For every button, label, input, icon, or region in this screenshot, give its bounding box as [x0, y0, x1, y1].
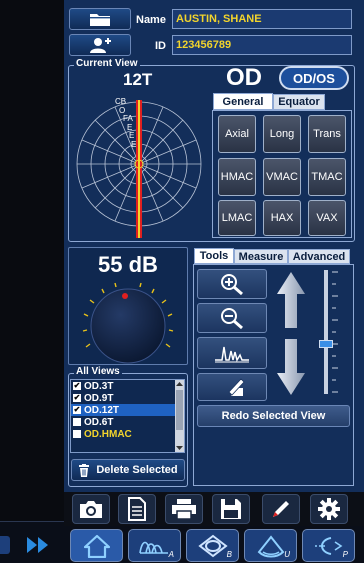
move-down-button[interactable] [275, 337, 307, 397]
ubm-mode-button[interactable]: U [244, 529, 297, 562]
checkbox[interactable] [73, 430, 81, 438]
document-icon [128, 497, 146, 521]
tab-advanced[interactable]: Advanced [288, 249, 350, 264]
slider-ticks [332, 270, 340, 394]
waveform-icon [215, 346, 249, 363]
a-scan-mode-button[interactable]: A [128, 529, 181, 562]
tab-measure[interactable]: Measure [234, 249, 288, 264]
view-vmac-button[interactable]: VMAC [263, 158, 301, 196]
checkbox[interactable] [73, 418, 81, 426]
list-item[interactable]: ✔ OD.3T [71, 380, 184, 392]
region-label: FA [123, 114, 133, 123]
add-user-icon [90, 38, 111, 53]
list-item-selected[interactable]: ✔ OD.12T [71, 404, 184, 416]
move-up-button[interactable] [275, 270, 307, 330]
forward-icon[interactable] [24, 534, 52, 556]
view-axial-button[interactable]: Axial [218, 115, 256, 153]
gain-value: 55 dB [98, 252, 158, 277]
name-field[interactable]: AUSTIN, SHANE [172, 9, 352, 29]
tab-general[interactable]: General [213, 93, 273, 110]
eye-label: OD [226, 64, 262, 91]
fundus-diagram [72, 92, 207, 240]
print-button[interactable] [165, 494, 203, 524]
a-scan-mode-icon [138, 541, 168, 554]
home-button[interactable] [70, 529, 123, 562]
pachymetry-icon [314, 536, 342, 555]
arrow-up-icon [277, 272, 305, 328]
view-trans-button[interactable]: Trans [308, 115, 346, 153]
a-scan-subscript: A [168, 550, 174, 559]
id-field[interactable]: 123456789 [172, 35, 352, 55]
b-scan-subscript: B [226, 550, 232, 559]
checkbox[interactable]: ✔ [73, 394, 81, 402]
left-bottom-bar [0, 522, 64, 563]
pen-button[interactable] [262, 494, 300, 524]
current-view-legend: Current View [74, 58, 140, 69]
list-item[interactable]: ✔ OD.9T [71, 392, 184, 404]
home-icon [83, 534, 110, 558]
current-view-label: 12T [123, 70, 153, 89]
checkbox[interactable]: ✔ [73, 382, 81, 390]
camera-icon [80, 501, 102, 518]
a-scan-button[interactable] [197, 337, 267, 369]
open-folder-button[interactable] [69, 8, 131, 30]
pachymetry-mode-button[interactable]: P [302, 529, 355, 562]
ubm-mode-icon [257, 534, 284, 557]
zoom-in-icon [221, 274, 243, 296]
redo-selected-view-button[interactable]: Redo Selected View [197, 405, 350, 427]
annotate-button[interactable] [197, 373, 267, 401]
tab-equator[interactable]: Equator [273, 94, 325, 110]
arrow-down-icon [277, 339, 305, 395]
camera-button[interactable] [72, 494, 110, 524]
list-item[interactable]: OD.HMAC [71, 428, 184, 440]
pachymetry-subscript: P [342, 550, 348, 559]
pen-icon [273, 501, 289, 517]
view-vax-button[interactable]: VAX [308, 200, 346, 236]
view-tmac-button[interactable]: TMAC [308, 158, 346, 196]
save-icon [221, 499, 241, 519]
id-label: ID [155, 40, 166, 52]
printer-icon [172, 499, 196, 520]
views-list[interactable]: ✔ OD.3T ✔ OD.9T ✔ OD.12T OD.6T OD.HMAC [70, 379, 185, 453]
save-button[interactable] [212, 494, 250, 524]
fundus-region-labels: CB O FA E E E [115, 97, 137, 149]
delete-selected-button[interactable]: Delete Selected [71, 459, 185, 481]
gain-knob[interactable] [82, 280, 174, 364]
list-item[interactable]: OD.6T [71, 416, 184, 428]
b-scan-mode-icon [197, 534, 228, 557]
slider-thumb[interactable] [319, 339, 333, 348]
folder-icon [90, 14, 110, 26]
b-scan-mode-button[interactable]: B [186, 529, 239, 562]
zoom-out-icon [221, 308, 243, 330]
left-nav-stub[interactable] [0, 536, 10, 554]
trash-icon [79, 463, 90, 477]
settings-button[interactable] [310, 494, 348, 524]
name-label: Name [136, 14, 166, 26]
zoom-out-button[interactable] [197, 303, 267, 333]
gear-icon [318, 498, 340, 520]
zoom-in-button[interactable] [197, 269, 267, 299]
annotate-icon [221, 378, 245, 396]
add-patient-button[interactable] [69, 34, 131, 56]
tab-tools[interactable]: Tools [194, 248, 234, 264]
view-hax-button[interactable]: HAX [263, 200, 301, 236]
view-hmac-button[interactable]: HMAC [218, 158, 256, 196]
view-long-button[interactable]: Long [263, 115, 301, 153]
slider-track[interactable] [324, 270, 328, 394]
ubm-subscript: U [284, 550, 290, 559]
all-views-legend: All Views [74, 366, 122, 377]
view-lmac-button[interactable]: LMAC [218, 200, 256, 236]
list-scrollbar[interactable] [175, 380, 184, 452]
eye-toggle-button[interactable]: OD/OS [279, 66, 349, 90]
left-background [0, 0, 64, 563]
report-button[interactable] [118, 494, 156, 524]
region-label: E [131, 139, 137, 149]
delete-selected-label: Delete Selected [96, 464, 178, 476]
checkbox[interactable]: ✔ [73, 406, 81, 414]
